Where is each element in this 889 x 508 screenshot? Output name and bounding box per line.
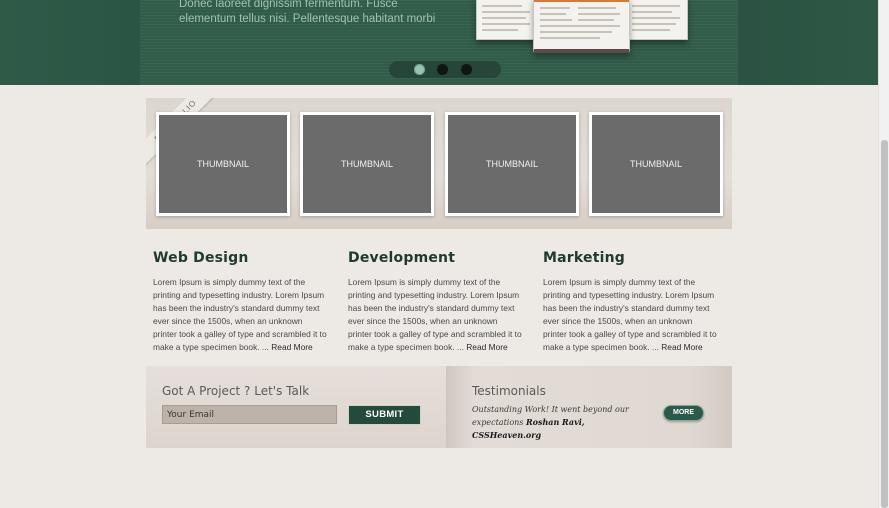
portfolio-thumbnail-4[interactable]: THUMBNAIL xyxy=(589,112,723,216)
service-development: Development Lorem Ipsum is simply dummy … xyxy=(348,250,523,354)
page-scrollbar[interactable] xyxy=(878,0,889,508)
portfolio-thumbnail-2[interactable]: THUMBNAIL xyxy=(300,112,434,216)
email-field[interactable]: Your Email xyxy=(162,405,337,424)
slider-dot-3[interactable] xyxy=(461,64,472,75)
portfolio-thumbnail-1[interactable]: THUMBNAIL xyxy=(156,112,290,216)
service-marketing: Marketing Lorem Ipsum is simply dummy te… xyxy=(543,250,718,354)
read-more-link[interactable]: Read More xyxy=(466,342,507,352)
contact-title: Got A Project ? Let's Talk xyxy=(162,384,310,398)
service-body-text: Lorem Ipsum is simply dummy text of the … xyxy=(153,277,327,352)
service-title: Web Design xyxy=(153,250,249,266)
service-description: Lorem Ipsum is simply dummy text of the … xyxy=(543,276,718,354)
service-body-text: Lorem Ipsum is simply dummy text of the … xyxy=(348,277,522,352)
service-web-design: Web Design Lorem Ipsum is simply dummy t… xyxy=(153,250,328,354)
service-description: Lorem Ipsum is simply dummy text of the … xyxy=(153,276,328,354)
slider-pagination xyxy=(389,61,501,78)
testimonial-quote: Outstanding Work! It went beyond our exp… xyxy=(472,404,642,442)
read-more-link[interactable]: Read More xyxy=(271,342,312,352)
hero-preview-image-center xyxy=(533,0,630,53)
portfolio-strip: Portfolio THUMBNAIL THUMBNAIL THUMBNAIL … xyxy=(146,98,732,229)
portfolio-thumbnail-3[interactable]: THUMBNAIL xyxy=(445,112,579,216)
service-body-text: Lorem Ipsum is simply dummy text of the … xyxy=(543,277,717,352)
scrollbar-thumb[interactable] xyxy=(881,140,888,508)
service-title: Development xyxy=(348,250,456,266)
read-more-link[interactable]: Read More xyxy=(661,342,702,352)
hero-preview-image-right xyxy=(626,0,688,40)
slider-dot-2[interactable] xyxy=(437,64,448,75)
slider-dot-1[interactable] xyxy=(414,64,425,75)
hero-text: Donec laoreet dignissim fermentum. Fusce… xyxy=(179,0,436,25)
more-button[interactable]: MORE xyxy=(663,405,704,421)
service-title: Marketing xyxy=(543,250,625,266)
submit-button[interactable]: SUBMIT xyxy=(348,405,421,425)
hero-preview-image-left xyxy=(476,0,538,40)
service-description: Lorem Ipsum is simply dummy text of the … xyxy=(348,276,523,354)
testimonials-title: Testimonials xyxy=(472,384,546,398)
